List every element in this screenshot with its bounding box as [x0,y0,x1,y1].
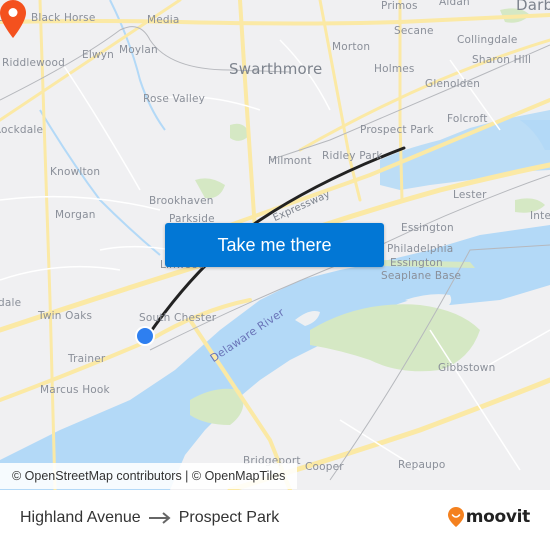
place-label: Twin Oaks [38,310,93,322]
place-label: Inte [530,210,550,222]
place-label: Lester [453,189,487,201]
place-label: Essington [401,222,454,234]
place-label: Sharon Hill [472,54,532,66]
place-label: Darby [516,0,550,14]
map-attribution[interactable]: © OpenStreetMap contributors | © OpenMap… [0,463,298,489]
destination-name: Prospect Park [178,509,280,526]
place-label: Milmont [268,155,312,167]
arrow-right-icon [148,512,171,524]
place-label: Rose Valley [143,93,206,105]
place-label: Riddlewood [2,57,66,69]
place-label: Secane [394,25,434,37]
place-label: Essington [390,257,443,269]
place-label: Elwyn [82,49,115,61]
place-label: South Chester [139,312,217,324]
take-me-there-button[interactable]: Take me there [165,223,384,267]
place-label: Media [147,14,180,26]
place-label: Prospect Park [360,124,434,136]
moovit-pin-icon [447,507,464,527]
place-label: Seaplane Base [381,270,462,282]
place-label: dale [0,297,22,309]
place-label: Primos [381,0,418,12]
place-label: Rockdale [0,124,44,136]
place-label: Knowlton [50,166,101,178]
place-label: Moylan [119,44,158,56]
place-label: Cooper [305,461,344,473]
origin-name: Highland Avenue [20,509,141,526]
place-label: Swarthmore [229,60,323,78]
place-label: Repaupo [398,459,446,471]
route-title: Highland Avenue Prospect Park [20,509,279,527]
place-label: Brookhaven [149,195,214,207]
place-label: Philadelphia [387,243,454,255]
moovit-wordmark: moovit [465,507,531,527]
place-label: Collingdale [457,34,518,46]
place-label: Aldan [439,0,470,8]
place-label: Folcroft [447,113,488,125]
road-w [38,0,57,490]
origin-dot-icon[interactable] [135,326,155,346]
place-label: Ridley Park [322,150,383,162]
moovit-logo[interactable]: moovit [447,507,531,527]
place-label: Trainer [68,353,106,365]
place-label: Morton [332,41,371,53]
place-label: Black Horse [31,12,96,24]
creek [39,109,161,256]
place-label: Morgan [55,209,96,221]
destination-pin-icon[interactable] [0,0,26,38]
place-label: Marcus Hook [40,384,110,396]
place-label: Holmes [374,63,415,75]
map-canvas[interactable]: LimaBlack HorseMediaElwynMoylanRiddlewoo… [0,0,550,490]
place-label: Gibbstown [438,362,496,374]
road-blue-route [238,0,257,232]
place-label: Glenolden [425,78,481,90]
